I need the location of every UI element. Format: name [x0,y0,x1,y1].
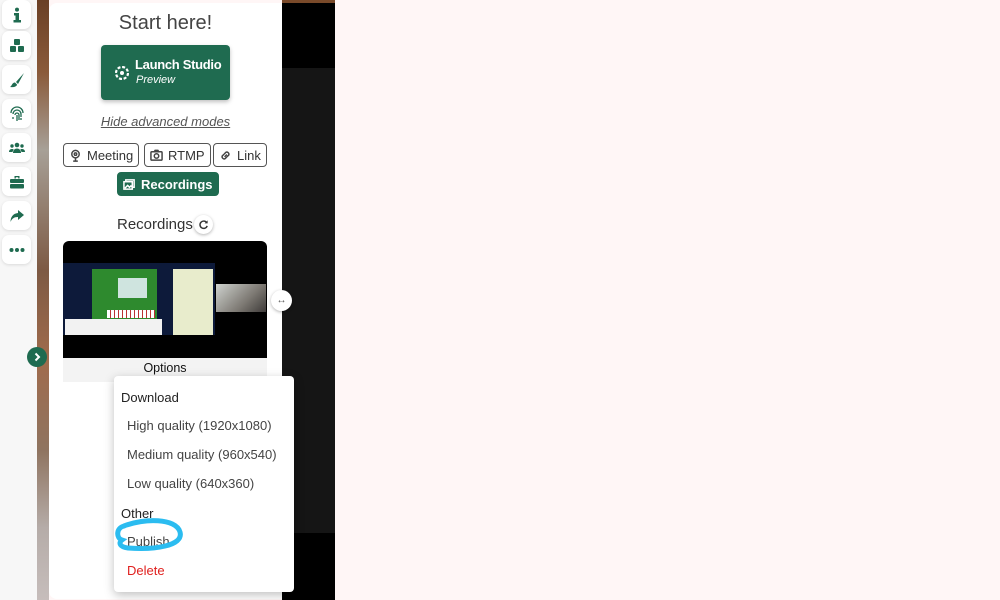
rail-button-design[interactable] [2,65,31,94]
rail-button-more[interactable] [2,235,31,264]
launch-studio-sublabel: Preview [136,74,176,86]
menu-section-download: Download [121,390,179,405]
brush-icon [9,72,24,87]
expand-panel-button[interactable] [27,347,47,367]
menu-item-publish[interactable]: Publish [127,534,170,549]
chevron-right-icon [34,352,41,362]
share-icon [10,209,24,222]
mode-link-label: Link [237,147,261,163]
rail-button-guests[interactable] [2,133,31,162]
mode-rtmp-button[interactable]: RTMP [144,143,211,167]
menu-item-download-low[interactable]: Low quality (640x360) [127,476,254,491]
panel-title: Start here! [118,12,213,34]
rail-button-share[interactable] [2,201,31,230]
more-icon [9,247,24,252]
recording-options-menu: Download High quality (1920x1080) Medium… [114,376,294,592]
mode-link-button[interactable]: Link [213,143,267,167]
refresh-recordings-button[interactable] [194,215,213,234]
mode-rtmp-label: RTMP [168,147,205,163]
users-icon [8,142,25,153]
mode-meeting-label: Meeting [87,147,134,163]
launch-studio-button[interactable]: Launch Studio Preview [101,45,230,100]
mode-recordings-label: Recordings [141,176,213,192]
recordings-icon [123,178,135,190]
cubes-icon [9,38,24,52]
panel-resize-handle[interactable]: ↔ [271,290,292,311]
menu-item-download-medium[interactable]: Medium quality (960x540) [127,447,277,462]
rail-button-identity[interactable] [2,99,31,128]
camera-icon [150,149,163,161]
menu-section-other: Other [121,506,154,521]
rail-button-info[interactable] [2,0,31,29]
hide-advanced-modes-link[interactable]: Hide advanced modes [49,114,282,129]
link-icon [221,150,230,160]
rail-button-scenes[interactable] [2,31,31,60]
mode-meeting-button[interactable]: Meeting [63,143,140,167]
background-video-edge [37,0,49,600]
rail-button-tools[interactable] [2,167,31,196]
aperture-icon [115,66,129,80]
fingerprint-icon [9,105,24,121]
menu-item-delete[interactable]: Delete [127,563,165,578]
mode-recordings-button[interactable]: Recordings [117,172,219,196]
menu-item-download-high[interactable]: High quality (1920x1080) [127,418,272,433]
resize-horizontal-icon: ↔ [276,295,287,306]
refresh-icon [199,220,208,230]
toolbox-icon [9,175,24,188]
launch-studio-label: Launch Studio [135,57,222,72]
info-icon [13,7,21,22]
recordings-heading: Recordings [117,216,193,233]
left-icon-rail [0,0,37,600]
webcam-icon [71,149,80,162]
